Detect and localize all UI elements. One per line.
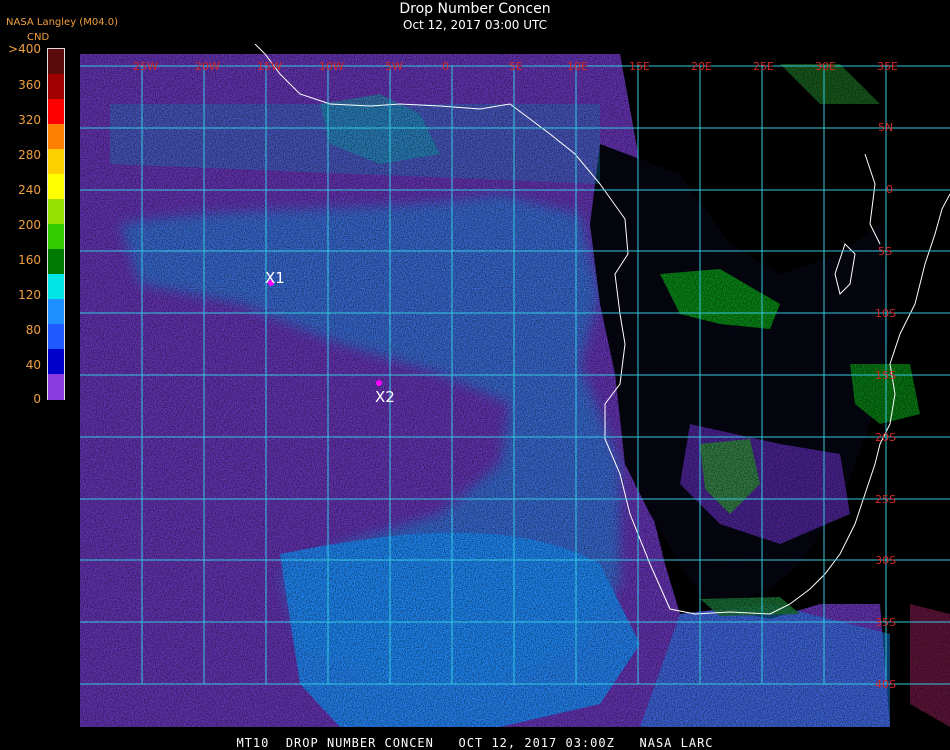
lon-label: 20W [195,60,220,73]
lon-label: 10E [567,60,588,73]
colorbar-segment [48,124,64,150]
lat-label: 40S [875,678,896,691]
colorbar-label: 0 [33,392,41,406]
marker-x1-label[interactable]: X1 [265,269,285,287]
colorbar-segment [48,249,64,275]
colorbar-label: 120 [18,288,41,302]
colorbar-label: 320 [18,113,41,127]
satellite-map[interactable]: 25W 20W 15W 10W 5W 0 5E 10E 15E 20E 25E … [80,44,950,727]
lat-label: 5N [878,121,893,134]
colorbar-segment [48,199,64,225]
colorbar-label: 40 [25,358,41,372]
marker-x2-label[interactable]: X2 [375,388,395,406]
colorbar-segment [48,374,64,400]
colorbar-segment [48,274,64,300]
colorbar-segment [48,174,64,200]
colorbar-segment [48,49,64,75]
colorbar-segment [48,224,64,250]
map-background [80,44,950,727]
colorbar-segment [48,149,64,175]
lon-label: 35E [877,60,898,73]
lon-label: 15E [629,60,650,73]
colorbar-label: 160 [18,253,41,267]
lon-label: 5W [385,60,403,73]
colorbar-label: 80 [25,323,41,337]
colorbar-label: 200 [18,218,41,232]
lon-label: 25W [133,60,158,73]
lat-label: 15S [875,369,896,382]
lat-label: 35S [875,616,896,629]
lat-label: 30S [875,554,896,567]
lat-label: 0 [886,183,893,196]
colorbar-label: 280 [18,148,41,162]
colorbar-segment [48,74,64,100]
lat-label: 10S [875,307,896,320]
marker-x2-dot[interactable] [376,380,382,386]
footer-caption: MT10 DROP NUMBER CONCEN OCT 12, 2017 03:… [236,736,714,750]
lon-label: 10W [319,60,344,73]
lon-label: 5E [509,60,523,73]
map-title: Drop Number Concen [399,1,551,17]
map-subtitle: Oct 12, 2017 03:00 UTC [403,18,547,32]
lon-label: 15W [257,60,282,73]
colorbar-label: 360 [18,78,41,92]
colorbar-segment [48,324,64,350]
lon-label: 25E [753,60,774,73]
colorbar [47,48,65,400]
lon-label: 30E [815,60,836,73]
lon-label: 0 [442,60,449,73]
colorbar-segment [48,349,64,375]
colorbar-segment [48,99,64,125]
lon-label: 20E [691,60,712,73]
lat-label: 20S [875,431,896,444]
producer-label: NASA Langley (M04.0) [6,17,118,28]
colorbar-label: 240 [18,183,41,197]
lat-label: 5S [878,245,892,258]
colorbar-segment [48,299,64,325]
colorbar-label: >400 [8,42,41,56]
lat-label: 25S [875,493,896,506]
